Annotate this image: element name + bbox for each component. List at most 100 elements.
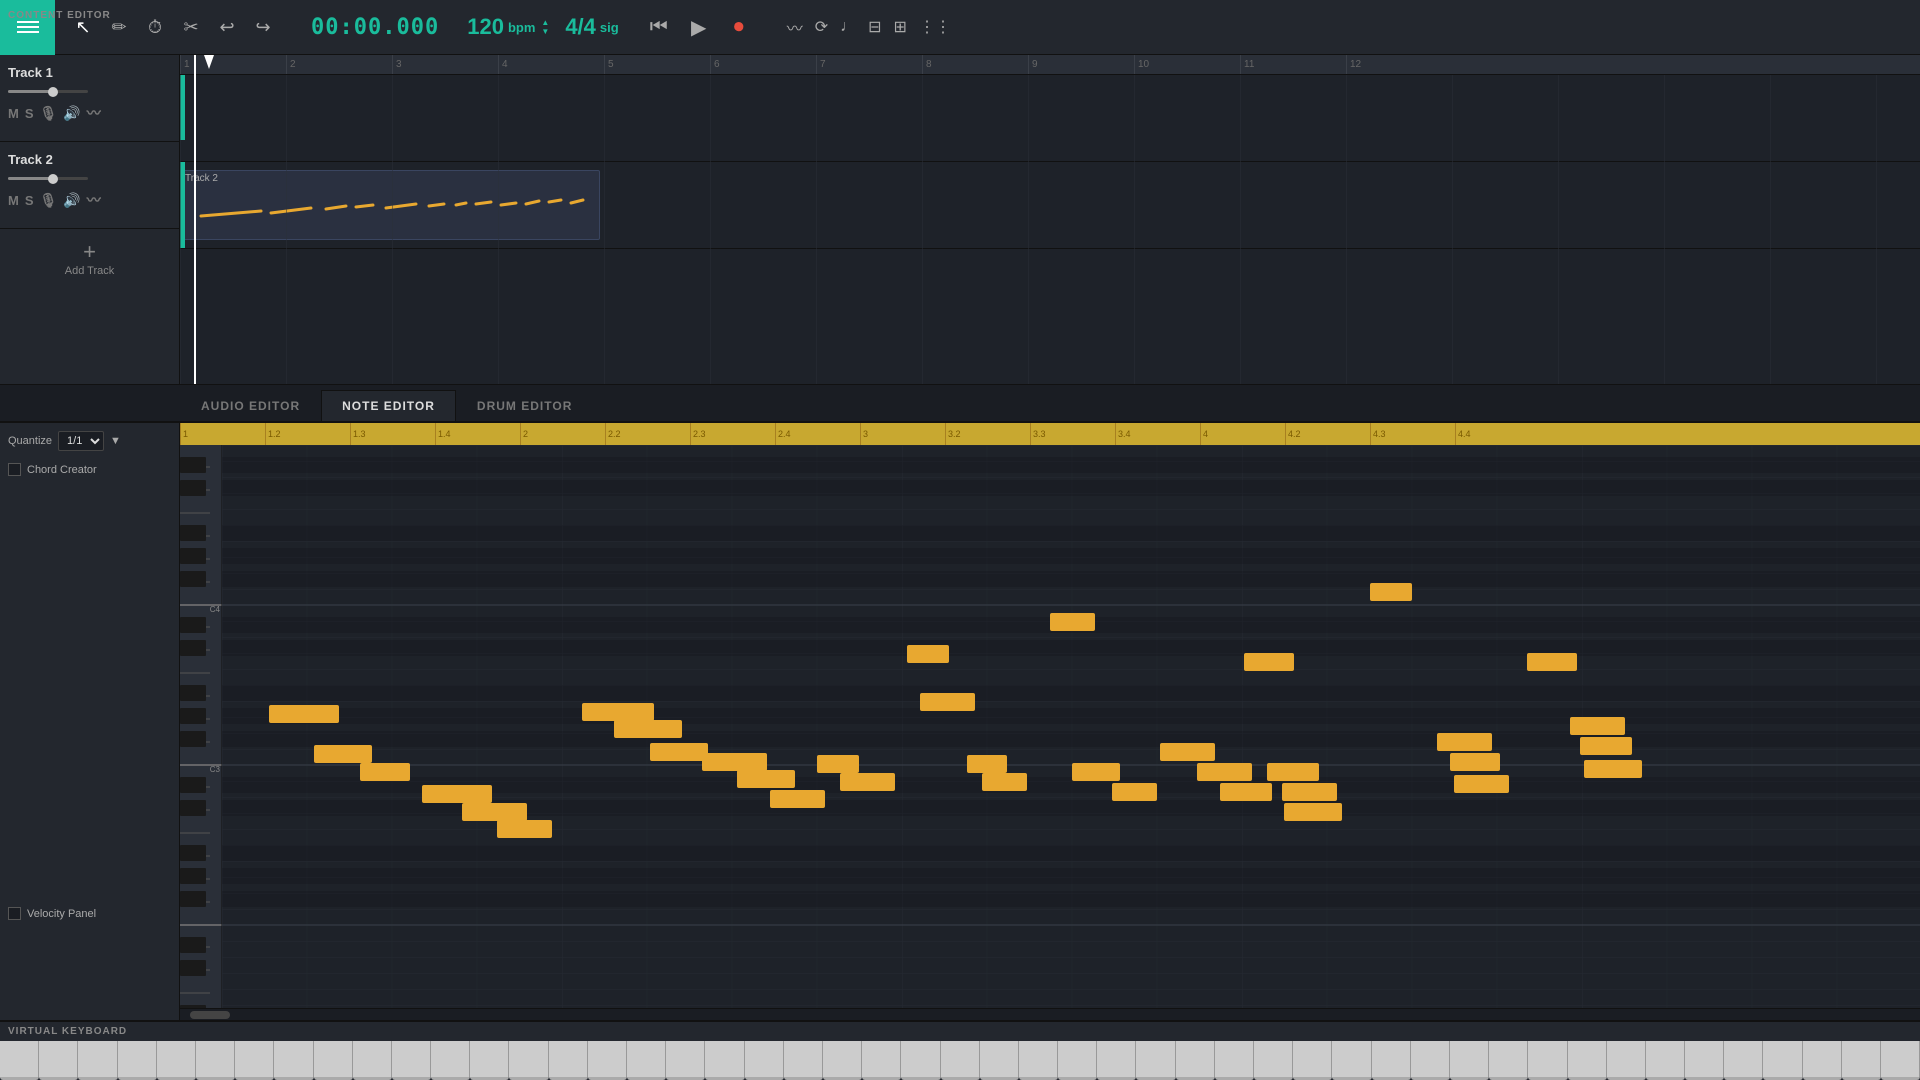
time-tool[interactable]: ⏱ [139, 11, 171, 43]
vk-key-b7[interactable] [1607, 1041, 1646, 1080]
vk-key-e4[interactable] [627, 1041, 666, 1080]
hscroll-thumb[interactable] [190, 1011, 230, 1019]
note-block[interactable] [462, 803, 527, 821]
vk-key-g6[interactable] [1254, 1041, 1293, 1080]
note-block[interactable] [497, 820, 552, 838]
note-block[interactable] [1584, 760, 1642, 778]
bpm-display[interactable]: 120 bpm ▲ ▼ [459, 14, 557, 40]
vk-key-b2[interactable] [235, 1041, 274, 1080]
note-block[interactable] [422, 785, 492, 803]
note-block[interactable] [920, 693, 975, 711]
vk-key-c6[interactable] [1097, 1041, 1136, 1080]
track1-mic[interactable]: 🎙 [40, 105, 58, 122]
track2-lane[interactable]: Track 2 [180, 162, 1920, 249]
quantize-select[interactable]: 1/11/21/41/8 [58, 431, 104, 451]
vk-key-f8[interactable] [1763, 1041, 1802, 1080]
note-block[interactable] [1197, 763, 1252, 781]
note-block[interactable] [1527, 653, 1577, 671]
vk-key-a2[interactable] [196, 1041, 235, 1080]
note-block[interactable] [770, 790, 825, 808]
note-block[interactable] [360, 763, 410, 781]
vk-key-c5[interactable] [823, 1041, 862, 1080]
redo-button[interactable]: ↪ [247, 11, 279, 43]
vk-key-e6[interactable] [1176, 1041, 1215, 1080]
vk-key-g3[interactable] [431, 1041, 470, 1080]
vk-key-e7[interactable] [1450, 1041, 1489, 1080]
play-button[interactable]: ▶ [683, 11, 715, 43]
bpm-up[interactable]: ▲ [541, 19, 549, 27]
note-block[interactable] [1072, 763, 1120, 781]
vk-key-d6[interactable] [1136, 1041, 1175, 1080]
track1-lane[interactable] [180, 75, 1920, 162]
vk-key-a7[interactable] [1568, 1041, 1607, 1080]
note-block[interactable] [1050, 613, 1095, 631]
note-block[interactable] [702, 753, 767, 771]
note-block[interactable] [314, 745, 372, 763]
tab-note[interactable]: NOTE EDITOR [321, 390, 456, 421]
note-block[interactable] [1282, 783, 1337, 801]
vk-key-c3[interactable] [274, 1041, 313, 1080]
note-block[interactable] [650, 743, 708, 761]
note-hscroll[interactable] [180, 1008, 1920, 1020]
note-block[interactable] [614, 720, 682, 738]
vk-key-c7[interactable] [1372, 1041, 1411, 1080]
vk-key-d4[interactable] [588, 1041, 627, 1080]
note-block[interactable] [737, 770, 795, 788]
note-block[interactable] [1370, 583, 1412, 601]
track2-mute[interactable]: M [8, 193, 19, 208]
vk-key-c4[interactable] [549, 1041, 588, 1080]
vk-key-a3[interactable] [470, 1041, 509, 1080]
note-block[interactable] [967, 755, 1007, 773]
vk-key-b5[interactable] [1058, 1041, 1097, 1080]
vk-key-e5[interactable] [901, 1041, 940, 1080]
vk-key-g4[interactable] [705, 1041, 744, 1080]
track2-wave[interactable]: 〰 [87, 190, 101, 210]
waveform-button[interactable]: 〰 [787, 15, 803, 39]
vk-key-a8[interactable] [1842, 1041, 1881, 1080]
note-block[interactable] [1284, 803, 1342, 821]
vk-key-f2[interactable] [118, 1041, 157, 1080]
note-block[interactable] [1244, 653, 1294, 671]
grid-button[interactable]: ⊞ [894, 17, 907, 37]
vk-key-b8[interactable] [1881, 1041, 1920, 1080]
vk-key-f4[interactable] [666, 1041, 705, 1080]
track1-mute[interactable]: M [8, 106, 19, 121]
vk-key-c8[interactable] [1646, 1041, 1685, 1080]
track2-solo[interactable]: S [25, 193, 34, 208]
note-block[interactable] [1437, 733, 1492, 751]
note-block[interactable] [1267, 763, 1319, 781]
loop-button[interactable]: ⟳ [815, 17, 828, 37]
track1-solo[interactable]: S [25, 106, 34, 121]
vk-key-d2[interactable] [39, 1041, 78, 1080]
vk-key-d7[interactable] [1411, 1041, 1450, 1080]
rewind-button[interactable]: ⏮ [643, 11, 675, 43]
undo-button[interactable]: ↩ [211, 11, 243, 43]
note-block[interactable] [1112, 783, 1157, 801]
note-block[interactable] [1454, 775, 1509, 793]
track1-volume-ctrl[interactable]: 🔊 [63, 105, 80, 122]
quantize-dropdown-arrow[interactable]: ▼ [110, 435, 121, 447]
vk-key-f5[interactable] [941, 1041, 980, 1080]
chord-creator-checkbox[interactable] [8, 463, 21, 476]
note-block[interactable] [907, 645, 949, 663]
add-track-button[interactable]: + Add Track [0, 229, 179, 289]
vk-key-b6[interactable] [1332, 1041, 1371, 1080]
track2-volume-ctrl[interactable]: 🔊 [63, 192, 80, 209]
vk-key-e3[interactable] [353, 1041, 392, 1080]
bpm-down[interactable]: ▼ [541, 28, 549, 36]
vk-key-b4[interactable] [784, 1041, 823, 1080]
vk-key-b3[interactable] [509, 1041, 548, 1080]
vk-key-g7[interactable] [1528, 1041, 1567, 1080]
track2-mic[interactable]: 🎙 [40, 192, 58, 209]
vk-key-e2[interactable] [78, 1041, 117, 1080]
note-block[interactable] [817, 755, 859, 773]
note-block[interactable] [1160, 743, 1215, 761]
tracks-timeline[interactable]: 1 2 3 4 5 6 7 8 9 10 11 12 Trac [180, 55, 1920, 384]
bpm-arrows[interactable]: ▲ ▼ [541, 19, 549, 36]
vk-key-f3[interactable] [392, 1041, 431, 1080]
tab-drum[interactable]: DRUM EDITOR [456, 390, 593, 421]
note-grid[interactable] [222, 445, 1920, 1008]
hamburger-button[interactable] [0, 0, 55, 55]
vk-key-d3[interactable] [314, 1041, 353, 1080]
track2-block[interactable]: Track 2 [180, 170, 600, 240]
